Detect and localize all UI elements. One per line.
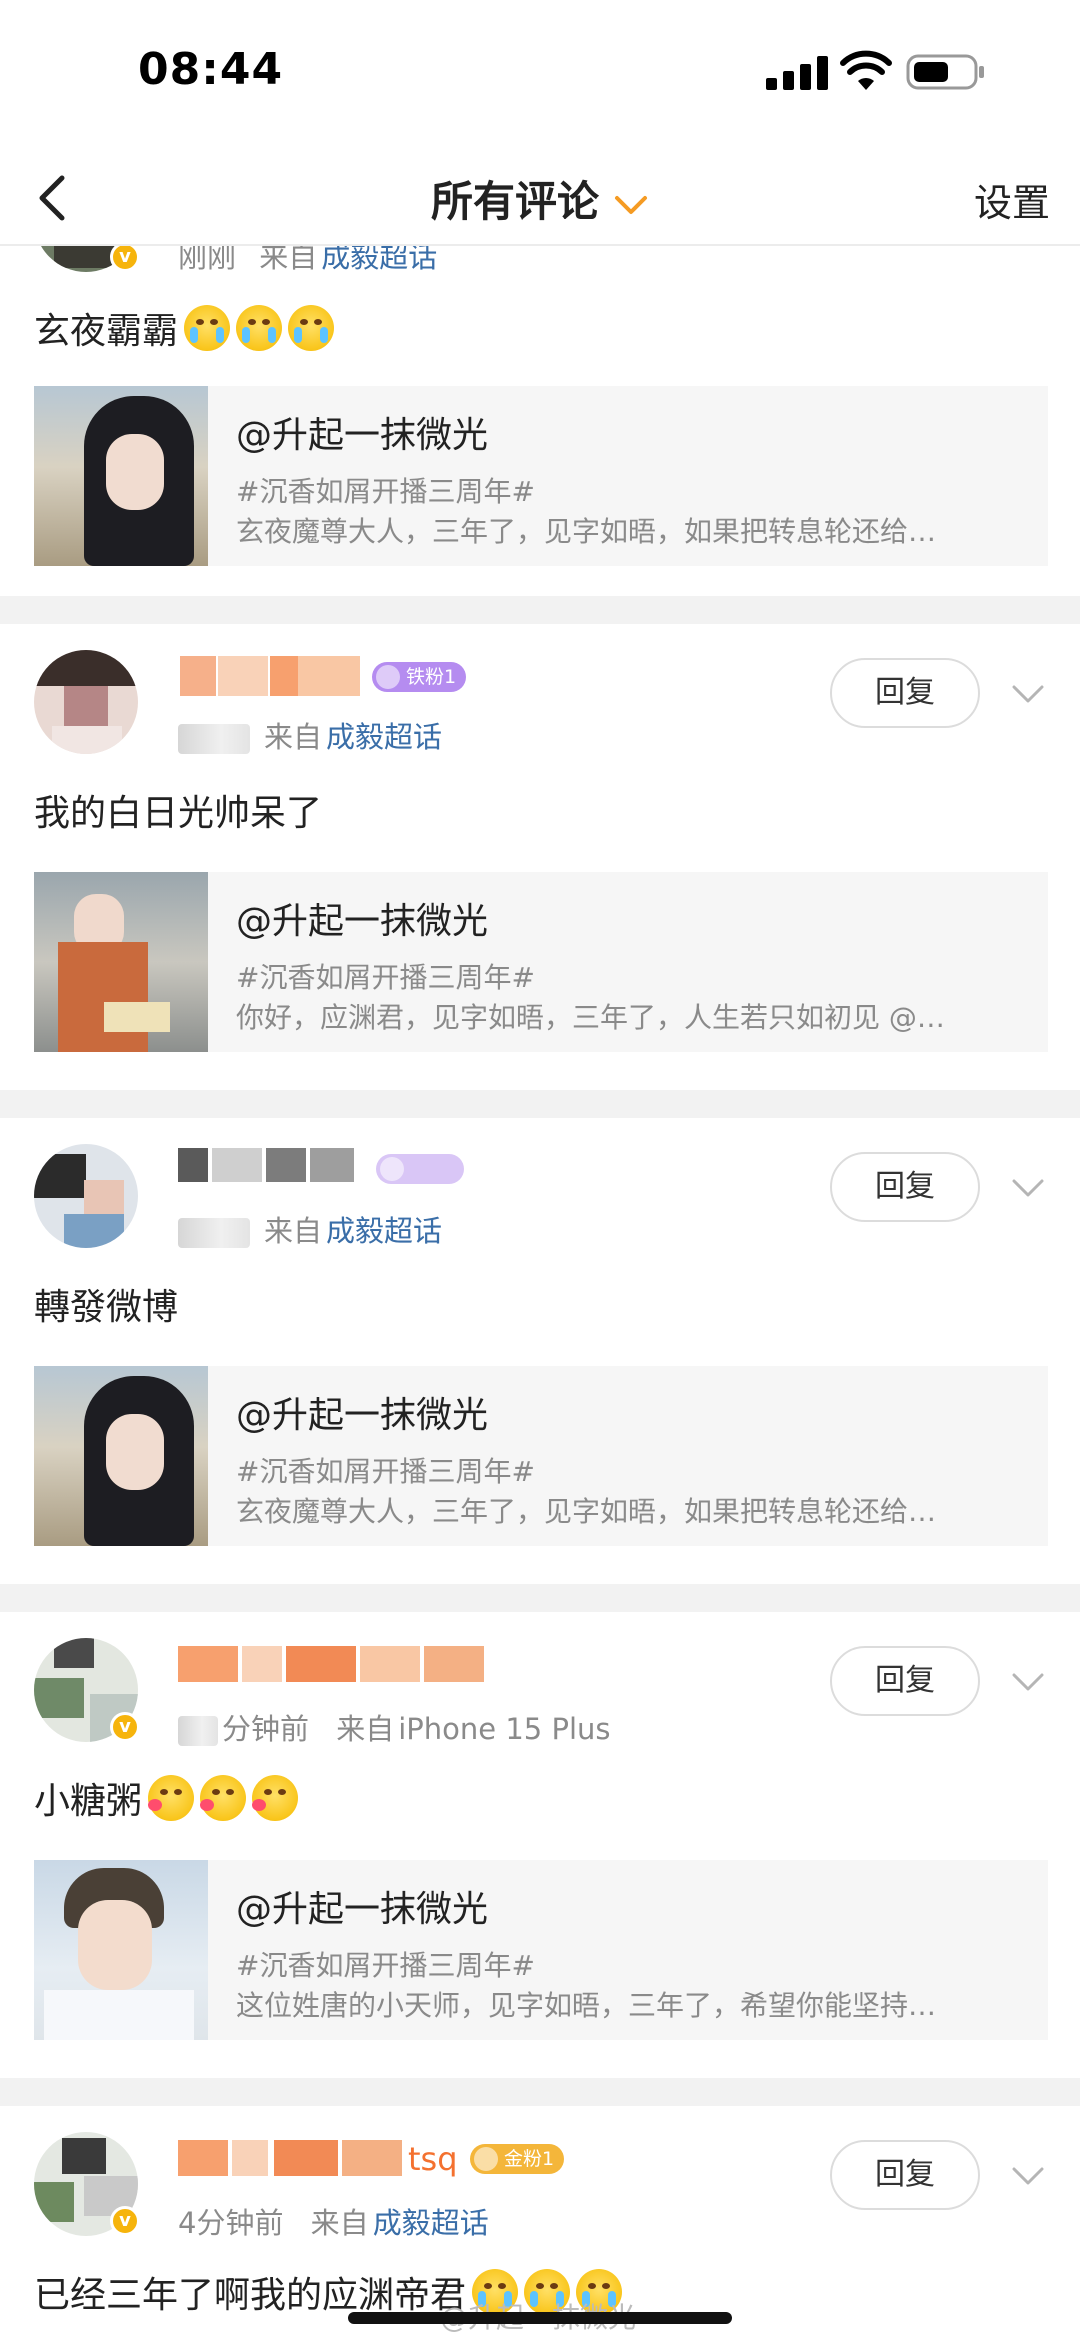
settings-button[interactable]: 设置 <box>974 172 1050 227</box>
comment-item: 铁粉1 来自 成毅超话 回复 我的白日光帅呆了 @升起一抹微光 #沉香如屑开播三周… <box>0 624 1080 1090</box>
username-blurred[interactable] <box>178 2140 408 2180</box>
comment-feed: v 刚刚 来自 成毅超话 玄夜霸霸 @升起一抹微光 #沉香如屑开播三周年# 玄夜魔… <box>0 168 1080 2341</box>
source-link[interactable]: 成毅超话 <box>326 720 442 754</box>
fan-badge: 金粉1 <box>470 2144 565 2174</box>
comment-source-label: 来自 <box>310 2206 369 2240</box>
card-hashtag: #沉香如屑开播三周年# <box>236 1455 535 1488</box>
more-options-chevron-icon[interactable] <box>1010 682 1046 706</box>
comment-text: 小糖粥 <box>34 1772 299 1824</box>
avatar[interactable] <box>34 650 138 754</box>
comment-source-label: 来自 <box>264 1214 323 1248</box>
comment-text: 我的白日光帅呆了 <box>34 793 323 834</box>
source-link[interactable]: 成毅超话 <box>373 2206 489 2240</box>
more-options-chevron-icon[interactable] <box>1010 2164 1046 2188</box>
post-thumbnail <box>34 1860 208 2040</box>
status-time: 08:44 <box>138 44 284 95</box>
comment-meta: 分钟前 来自 iPhone 15 Plus <box>178 1706 611 1748</box>
source-device: iPhone 15 Plus <box>398 1712 611 1746</box>
verified-icon: v <box>110 1712 140 1742</box>
fan-badge <box>376 1154 464 1184</box>
crying-emoji-icon <box>288 305 335 351</box>
card-hashtag: #沉香如屑开播三周年# <box>236 475 535 508</box>
card-title: @升起一抹微光 <box>236 1395 489 1436</box>
status-bar: 08:44 <box>0 0 1080 150</box>
card-title: @升起一抹微光 <box>236 1889 489 1930</box>
battery-icon <box>906 54 984 90</box>
comment-source-label: 来自 <box>336 1712 395 1746</box>
comment-time-blurred <box>178 724 250 754</box>
comment-filter-dropdown[interactable]: 所有评论 <box>0 168 1080 229</box>
more-options-chevron-icon[interactable] <box>1010 1176 1046 1200</box>
quoted-post-card[interactable]: @升起一抹微光 #沉香如屑开播三周年# 这位姓唐的小天师，见字如晤，三年了，希望… <box>34 1860 1048 2040</box>
fan-badge: 铁粉1 <box>372 662 467 692</box>
comment-meta: 来自 成毅超话 <box>178 1208 442 1250</box>
comment-item: v 分钟前 来自 iPhone 15 Plus 回复 小糖粥 @升起一抹微光 #沉… <box>0 1612 1080 2078</box>
separator <box>0 1090 1080 1118</box>
separator <box>0 2078 1080 2106</box>
separator <box>0 1584 1080 1612</box>
card-description: 这位姓唐的小天师，见字如晤，三年了，希望你能坚持… <box>236 1989 937 2022</box>
card-title: @升起一抹微光 <box>236 901 489 942</box>
reply-button[interactable]: 回复 <box>830 2140 980 2210</box>
verified-icon: v <box>110 242 140 272</box>
comment-text-content: 已经三年了啊我的应渊帝君 <box>34 2275 467 2316</box>
card-title: @升起一抹微光 <box>236 415 489 456</box>
card-hashtag: #沉香如屑开播三周年# <box>236 1949 535 1982</box>
source-link[interactable]: 成毅超话 <box>326 1214 442 1248</box>
card-description: 玄夜魔尊大人，三年了，见字如晤，如果把转息轮还给… <box>236 1495 937 1528</box>
wifi-icon <box>840 50 892 90</box>
comment-item: v 刚刚 来自 成毅超话 玄夜霸霸 @升起一抹微光 #沉香如屑开播三周年# 玄夜魔… <box>0 168 1080 596</box>
chevron-down-icon <box>615 195 647 214</box>
post-thumbnail <box>34 1366 208 1546</box>
comment-meta: 4分钟前 来自 成毅超话 <box>178 2200 489 2242</box>
comment-source-label: 来自 <box>264 720 323 754</box>
post-thumbnail <box>34 386 208 566</box>
home-indicator[interactable] <box>348 2312 732 2324</box>
username-tail[interactable]: tsq <box>408 2140 458 2178</box>
page-title: 所有评论 <box>430 177 599 226</box>
verified-icon: v <box>110 2206 140 2236</box>
quoted-post-card[interactable]: @升起一抹微光 #沉香如屑开播三周年# 玄夜魔尊大人，三年了，见字如晤，如果把转… <box>34 1366 1048 1546</box>
kiss-emoji-icon <box>200 1775 247 1821</box>
comment-text: 轉發微博 <box>34 1287 179 1328</box>
signal-icon <box>766 56 830 90</box>
avatar[interactable] <box>34 1144 138 1248</box>
comment-time: 分钟前 <box>222 1712 310 1746</box>
comment-time-blurred <box>178 1716 218 1746</box>
post-thumbnail <box>34 872 208 1052</box>
separator <box>0 596 1080 624</box>
reply-button[interactable]: 回复 <box>830 1152 980 1222</box>
kiss-emoji-icon <box>148 1775 195 1821</box>
quoted-post-card[interactable]: @升起一抹微光 #沉香如屑开播三周年# 玄夜魔尊大人，三年了，见字如晤，如果把转… <box>34 386 1048 566</box>
more-options-chevron-icon[interactable] <box>1010 1670 1046 1694</box>
comment-text-content: 小糖粥 <box>34 1781 143 1822</box>
comment-time-blurred <box>178 1218 250 1248</box>
card-hashtag: #沉香如屑开播三周年# <box>236 961 535 994</box>
crying-emoji-icon <box>184 305 231 351</box>
reply-button[interactable]: 回复 <box>830 658 980 728</box>
comment-text-content: 玄夜霸霸 <box>34 311 179 352</box>
card-description: 你好，应渊君，见字如晤，三年了，人生若只如初见 @… <box>236 1001 945 1034</box>
comment-item: 来自 成毅超话 回复 轉發微博 @升起一抹微光 #沉香如屑开播三周年# 玄夜魔尊大… <box>0 1118 1080 1584</box>
kiss-emoji-icon <box>252 1775 299 1821</box>
comment-time: 4分钟前 <box>178 2206 284 2240</box>
card-description: 玄夜魔尊大人，三年了，见字如晤，如果把转息轮还给… <box>236 515 937 548</box>
reply-button[interactable]: 回复 <box>830 1646 980 1716</box>
crying-emoji-icon <box>236 305 283 351</box>
nav-bar: 所有评论 设置 <box>0 150 1080 246</box>
comment-text: 玄夜霸霸 <box>34 302 335 354</box>
comment-meta: 来自 成毅超话 <box>178 714 442 756</box>
quoted-post-card[interactable]: @升起一抹微光 #沉香如屑开播三周年# 你好，应渊君，见字如晤，三年了，人生若只… <box>34 872 1048 1052</box>
